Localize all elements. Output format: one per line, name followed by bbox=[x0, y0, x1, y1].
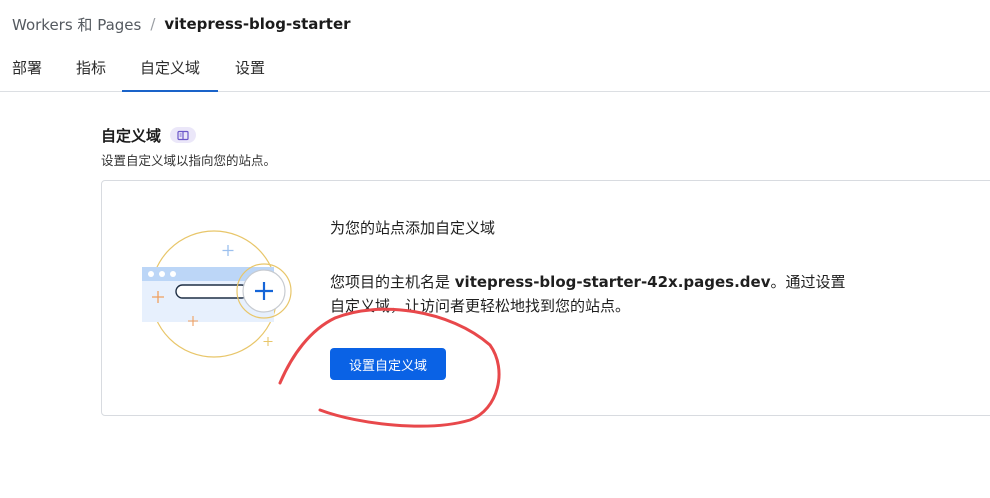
tab-bar: 部署 指标 自定义域 设置 bbox=[0, 48, 990, 92]
breadcrumb-workers-pages[interactable]: Workers 和 Pages bbox=[12, 14, 141, 35]
section-subtitle: 设置自定义域以指向您的站点。 bbox=[101, 153, 277, 168]
page-title: 自定义域 bbox=[101, 126, 162, 145]
desc-prefix: 您项目的主机名是 bbox=[330, 273, 455, 291]
breadcrumb-separator: / bbox=[150, 15, 156, 33]
tab-settings[interactable]: 设置 bbox=[222, 48, 278, 92]
tab-custom-domains[interactable]: 自定义域 bbox=[122, 48, 218, 92]
section-header: 自定义域 bbox=[101, 124, 197, 146]
breadcrumb-project-name: vitepress-blog-starter bbox=[164, 15, 351, 33]
tab-metrics[interactable]: 指标 bbox=[64, 48, 118, 92]
pages-hostname: vitepress-blog-starter-42x.pages.dev bbox=[454, 273, 771, 291]
breadcrumb: Workers 和 Pages / vitepress-blog-starter bbox=[12, 13, 351, 35]
tab-deployments[interactable]: 部署 bbox=[0, 48, 54, 92]
hostname-description: 您项目的主机名是 vitepress-blog-starter-42x.page… bbox=[330, 270, 860, 318]
empty-state-card: 为您的站点添加自定义域 您项目的主机名是 vitepress-blog-star… bbox=[101, 180, 990, 416]
book-icon[interactable] bbox=[170, 127, 197, 143]
set-up-custom-domain-button[interactable]: 设置自定义域 bbox=[330, 348, 446, 380]
custom-domain-illustration bbox=[142, 230, 292, 358]
empty-state-heading: 为您的站点添加自定义域 bbox=[330, 219, 496, 237]
